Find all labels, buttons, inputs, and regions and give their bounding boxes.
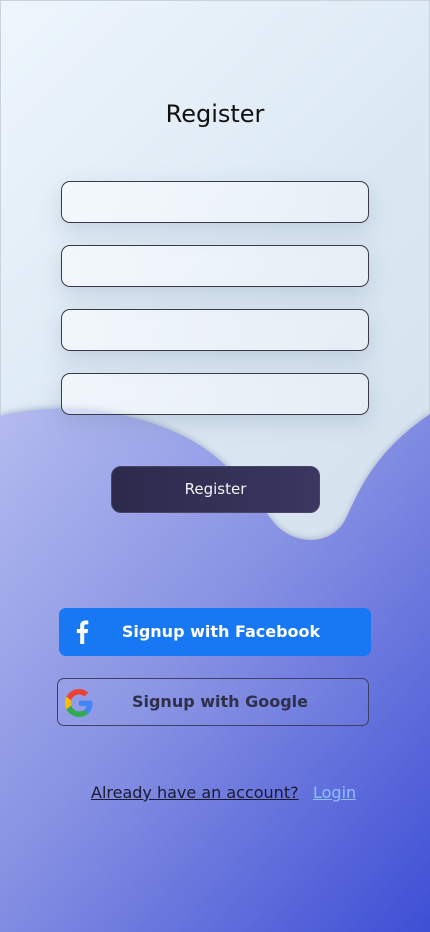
google-signup-button[interactable]: Signup with Google xyxy=(57,678,369,726)
facebook-signup-button[interactable]: Signup with Facebook xyxy=(59,608,371,656)
login-prompt-row: Already have an account? Login xyxy=(0,783,430,807)
page-title: Register xyxy=(165,100,265,128)
facebook-signup-label: Signup with Facebook xyxy=(121,622,321,641)
register-field-3[interactable] xyxy=(61,309,369,351)
register-field-2[interactable] xyxy=(61,245,369,287)
register-button-label: Register xyxy=(184,480,247,498)
register-field-4[interactable] xyxy=(61,373,369,415)
already-have-account-text: Already have an account? xyxy=(91,783,299,802)
register-button[interactable]: Register xyxy=(111,466,320,513)
login-link[interactable]: Login xyxy=(313,783,356,802)
google-signup-label: Signup with Google xyxy=(131,692,309,711)
register-field-1[interactable] xyxy=(61,181,369,223)
